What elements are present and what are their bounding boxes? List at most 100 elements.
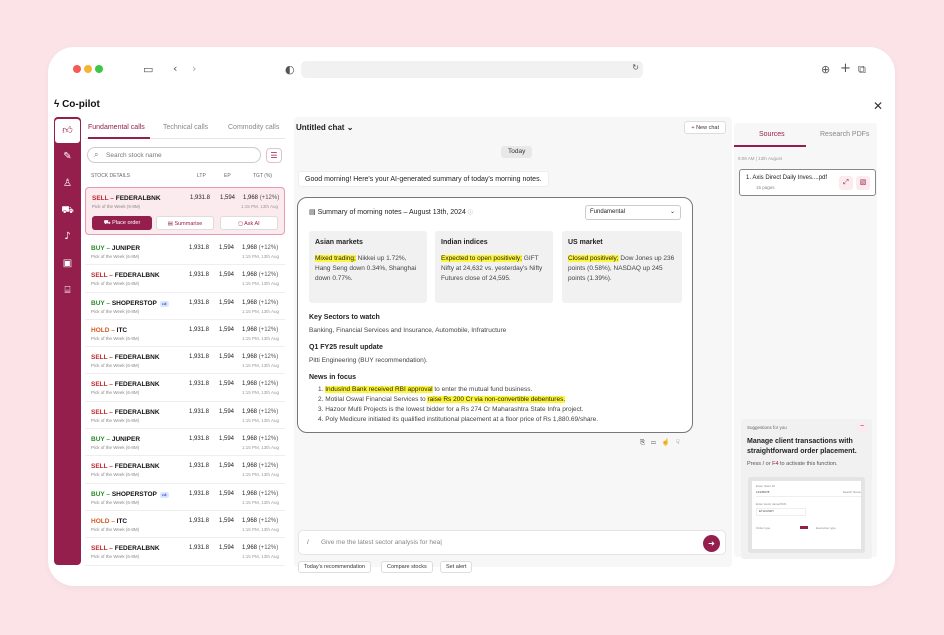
tgt-value: 1,968: [242, 381, 258, 388]
row-time: 1:15 PM, 13th Aug: [241, 390, 279, 396]
close-icon[interactable]: ✕: [873, 99, 883, 113]
ltp-value: 1,931.8: [189, 272, 210, 279]
hint-or: or: [765, 461, 771, 467]
tgt-cell: 1,968 (+12%): [242, 545, 278, 551]
row-title: BUY – SHOPERSTOP 👍︎: [91, 491, 169, 498]
thumbs-up-icon[interactable]: 👍︎: [54, 118, 81, 144]
download-icon[interactable]: ⊕: [821, 63, 830, 76]
ep-value: 1,594: [220, 195, 236, 201]
table-row[interactable]: BUY – SHOPERSTOP 👍︎ Pick of the Week (6-8…: [85, 293, 285, 320]
tab-technical[interactable]: Technical calls: [163, 124, 208, 131]
summarise-button[interactable]: ▤ Summarise: [156, 216, 214, 230]
chip-set-alert[interactable]: Set alert: [440, 561, 473, 573]
ltp-value: 1,931.8: [190, 195, 211, 201]
tgt-pct: (+12%): [258, 436, 279, 443]
filter-icon[interactable]: ☰: [266, 148, 282, 163]
ep-value: 1,594: [219, 245, 235, 251]
stock-name: ITC: [116, 517, 128, 525]
table-row[interactable]: HOLD – ITC Pick of the Week (6-8M) 1,931…: [85, 511, 285, 539]
action-label: BUY: [91, 436, 105, 444]
place-order-button[interactable]: ⛟ Place order: [92, 216, 152, 230]
ep-value: 1,594: [219, 381, 235, 388]
table-row[interactable]: BUY – SHOPERSTOP 👍︎ Pick of the Week (6-8…: [85, 484, 285, 511]
header-ep[interactable]: EP: [224, 173, 231, 179]
tgt-pct: (+12%): [258, 354, 279, 361]
back-icon[interactable]: ‹: [173, 62, 177, 75]
action-label: SELL: [91, 381, 108, 389]
row-subtitle: Pick of the Week (6-8M): [91, 254, 140, 259]
new-tab-icon[interactable]: +: [840, 61, 851, 76]
reload-icon[interactable]: ↻: [632, 63, 639, 72]
table-row[interactable]: SELL – FEDERALBNK Pick of the Week (6-8M…: [85, 456, 285, 484]
tgt-pct: (+12%): [258, 299, 279, 306]
row-time: 1:15 PM, 13th Aug: [241, 472, 279, 478]
row-title: SELL – FEDERALBNK: [91, 381, 160, 389]
table-row[interactable]: SELL – FEDERALBNK Pick of the Week (6-8M…: [85, 265, 285, 293]
tab-fundamental[interactable]: Fundamental calls: [88, 124, 145, 131]
source-date: 9:08 AM | 13th August: [738, 156, 782, 161]
close-dot[interactable]: [73, 65, 81, 73]
suggestion-hint: Press / or F4 to activate this function.: [747, 461, 838, 467]
table-row[interactable]: HOLD – ITC Pick of the Week (6-8M) 1,931…: [85, 320, 285, 348]
q1-heading: Q1 FY25 result update: [309, 344, 383, 351]
comment-icon[interactable]: ▭: [651, 439, 658, 446]
ask-ai-button[interactable]: ◻ Ask AI: [220, 216, 278, 230]
row-time: 1:15 PM, 13th Aug: [241, 499, 279, 505]
cart-icon: ⛟: [103, 220, 111, 226]
pdf-icon[interactable]: ▧: [856, 176, 870, 190]
header-tgt[interactable]: TGT (%): [253, 173, 272, 179]
minimize-dot[interactable]: [84, 65, 92, 73]
chat-input-text: Give me the latest sector analysis for h…: [321, 539, 442, 546]
tgt-value: 1,968: [243, 195, 259, 201]
table-row[interactable]: SELL – FEDERALBNK Pick of the Week (6-8M…: [85, 538, 285, 566]
maximize-dot[interactable]: [95, 65, 103, 73]
collapse-icon[interactable]: −: [857, 423, 867, 432]
category-dropdown[interactable]: Fundamental ⌄: [585, 205, 681, 220]
pencil-icon[interactable]: ✎: [54, 151, 81, 162]
row-title: BUY – JUNIPER: [91, 245, 141, 252]
dropdown-value: Fundamental: [590, 209, 626, 215]
search-icon: ⌕: [94, 150, 99, 159]
table-row[interactable]: SELL – FEDERALBNK Pick of the Week (6-8M…: [85, 374, 285, 402]
stock-search-input[interactable]: ⌕ Search stock name: [87, 147, 261, 163]
chat-input[interactable]: / Give me the latest sector analysis for …: [298, 530, 726, 555]
chip-compare-stocks[interactable]: Compare stocks: [381, 561, 433, 573]
row-title: BUY – SHOPERSTOP 👍︎: [91, 300, 169, 307]
forward-icon[interactable]: ›: [192, 62, 196, 75]
tabs-overview-icon[interactable]: ⧉: [858, 63, 866, 77]
briefcase-icon[interactable]: ⌸: [54, 285, 81, 296]
bell-icon[interactable]: ♪: [54, 231, 81, 242]
send-button[interactable]: ➜: [703, 535, 720, 552]
header-ltp[interactable]: LTP: [197, 173, 206, 179]
chip-todays-recommendation[interactable]: Today's recommendation: [298, 561, 371, 573]
table-row[interactable]: BUY – JUNIPER Pick of the Week (6-8M) 1,…: [85, 429, 285, 457]
browser-window: ▭ ‹ › ◐ ↻ ⊕ + ⧉ ϟ Co-pilot ✕ 👍︎ ✎ ♙ ⛟ ♪ …: [48, 47, 895, 586]
table-row[interactable]: SELL – FEDERALBNK Pick of the Week (6-8M…: [85, 187, 285, 235]
action-label: BUY: [91, 245, 105, 252]
sidebar-icon[interactable]: ▭: [143, 63, 153, 76]
tab-research-pdfs[interactable]: Research PDFs: [820, 131, 869, 138]
pdf-source-card[interactable]: 1. Axis Direct Daily Inves....pdf 15 pag…: [739, 169, 876, 196]
translate-icon[interactable]: ⎘: [640, 439, 647, 446]
table-row[interactable]: BUY – JUNIPER Pick of the Week (6-8M) 1,…: [85, 238, 285, 266]
table-row[interactable]: SELL – FEDERALBNK Pick of the Week (6-8M…: [85, 402, 285, 430]
table-row[interactable]: SELL – FEDERALBNK Pick of the Week (6-8M…: [85, 347, 285, 375]
us-market-box: US market Closed positively; Dow Jones up…: [562, 231, 682, 303]
row-subtitle: Pick of the Week (6-8M): [91, 308, 140, 314]
cart-icon[interactable]: ⛟: [54, 205, 81, 218]
tab-sources[interactable]: Sources: [759, 131, 785, 138]
box-heading: US market: [568, 239, 603, 246]
box-heading: Indian indices: [441, 239, 488, 246]
expand-icon[interactable]: ⤢: [839, 176, 853, 190]
info-icon[interactable]: ⓘ: [468, 210, 473, 216]
ask-ai-label: Ask AI: [244, 221, 260, 227]
address-bar[interactable]: ↻: [301, 61, 643, 78]
thumbs-down-icon[interactable]: ☟: [676, 439, 682, 446]
calls-list: SELL – FEDERALBNK Pick of the Week (6-8M…: [85, 187, 285, 566]
user-icon[interactable]: ♙: [54, 178, 81, 189]
wallet-icon[interactable]: ▣: [54, 258, 81, 269]
thumbs-up-icon[interactable]: ☝: [662, 439, 672, 446]
new-chat-button[interactable]: + New chat: [684, 121, 726, 134]
tab-commodity[interactable]: Commodity calls: [228, 124, 279, 131]
chat-title[interactable]: Untitled chat ⌄: [296, 123, 353, 132]
